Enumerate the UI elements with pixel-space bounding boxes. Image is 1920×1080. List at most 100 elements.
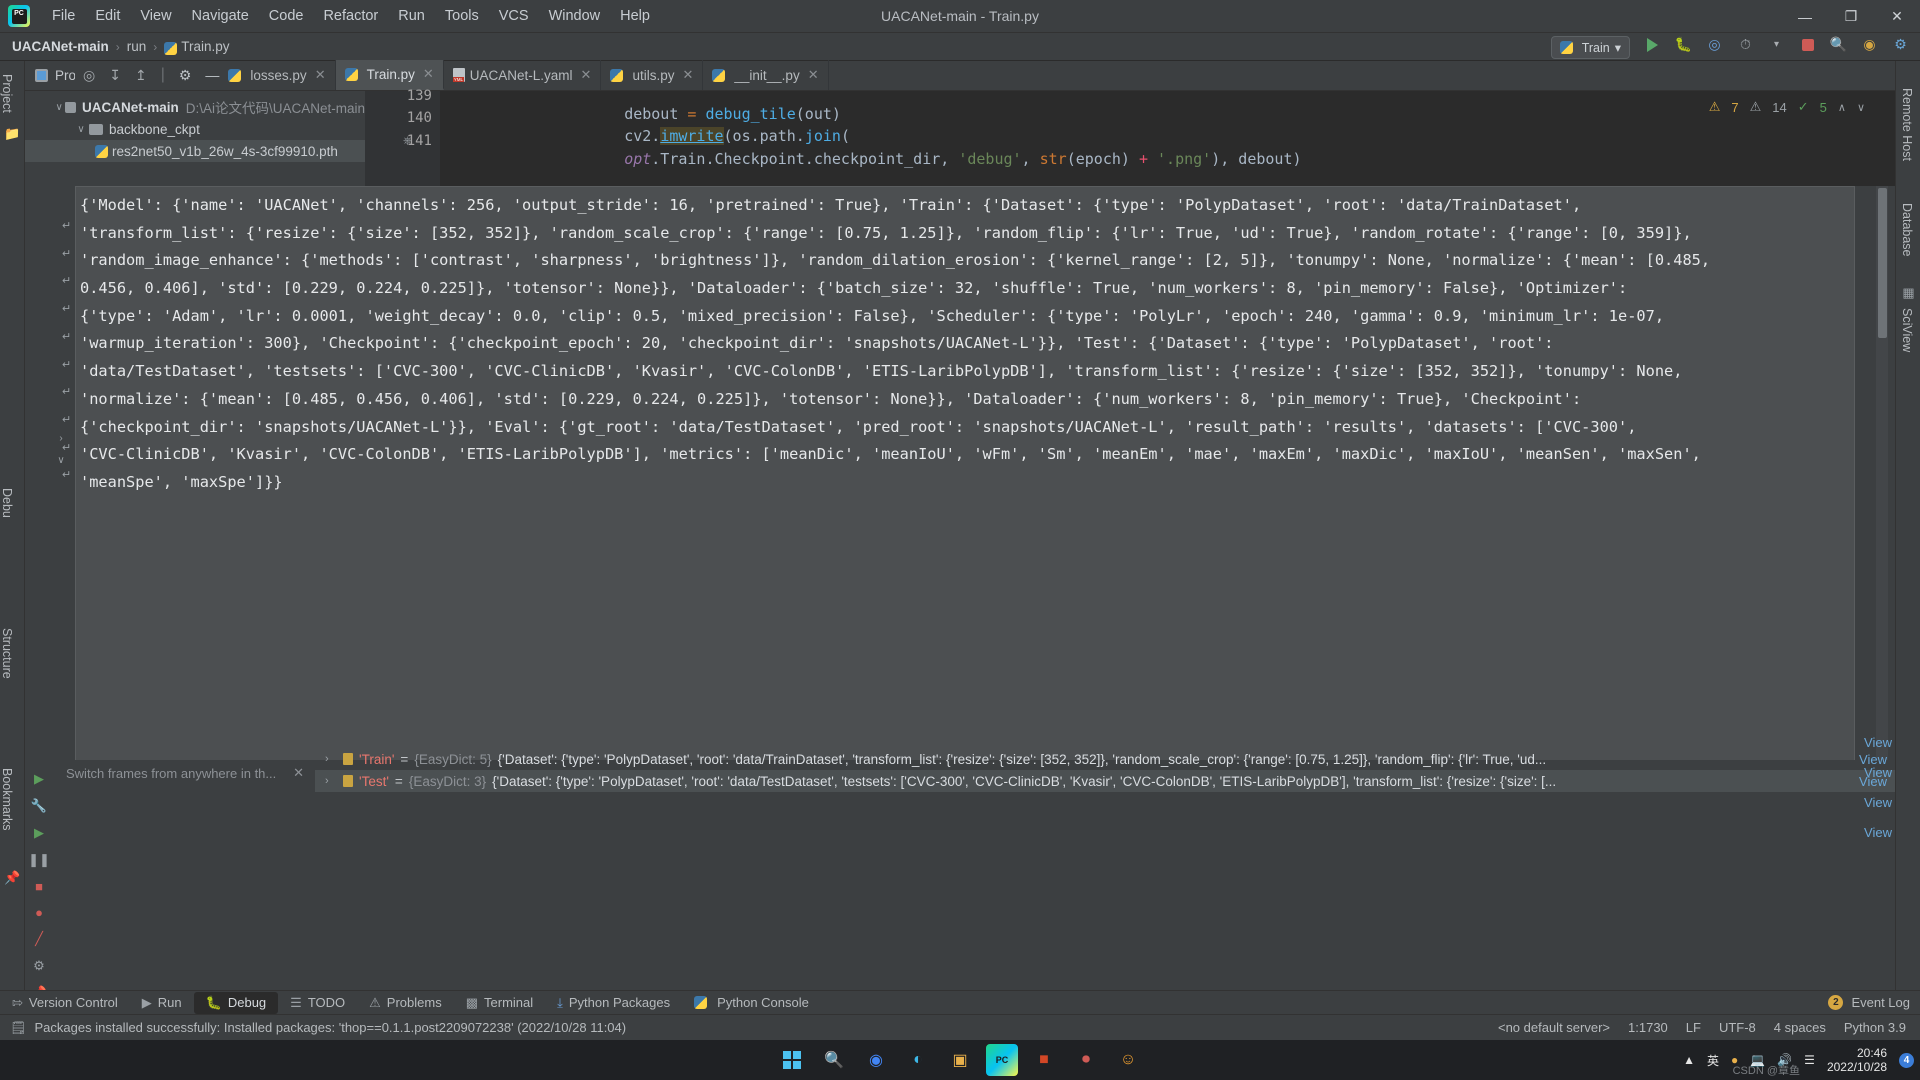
fold-marker-icon[interactable]: ⎈ — [403, 135, 412, 148]
menu-window[interactable]: Window — [539, 4, 611, 28]
target-icon[interactable]: ◎ — [83, 67, 95, 84]
status-default-server[interactable]: <no default server> — [1498, 1020, 1610, 1035]
sidebar-item-sciview[interactable]: SciView — [1900, 301, 1914, 359]
variable-row-train[interactable]: › 'Train' = {EasyDict: 5} {'Dataset': {'… — [315, 748, 1895, 770]
mute-breakpoints-icon[interactable]: ● — [25, 905, 53, 920]
stop-icon[interactable] — [1798, 35, 1817, 54]
menu-refactor[interactable]: Refactor — [313, 4, 388, 28]
view-link[interactable]: View — [1864, 765, 1892, 780]
wechat-icon[interactable]: ☺ — [1112, 1044, 1144, 1076]
tab-losses-py[interactable]: losses.py ✕ — [219, 60, 336, 90]
gear-icon[interactable]: ⚙ — [25, 958, 53, 974]
ime-icon[interactable]: 英 — [1707, 1052, 1719, 1069]
menu-edit[interactable]: Edit — [85, 4, 130, 28]
pause-icon[interactable]: ❚❚ — [25, 852, 53, 868]
menu-run[interactable]: Run — [388, 4, 435, 28]
windows-start-icon[interactable] — [776, 1044, 808, 1076]
search-icon[interactable]: 🔍 — [818, 1044, 850, 1076]
run-configuration-selector[interactable]: Train ▾ — [1550, 36, 1630, 59]
close-icon[interactable]: ✕ — [293, 765, 304, 781]
tree-node-backbone-ckpt[interactable]: ∨ backbone_ckpt — [25, 118, 365, 140]
close-icon[interactable]: ✕ — [808, 67, 819, 83]
tool-window-run[interactable]: ▶ Run — [130, 992, 194, 1014]
menu-vcs[interactable]: VCS — [489, 4, 539, 28]
menu-navigate[interactable]: Navigate — [182, 4, 259, 28]
close-icon[interactable]: ✕ — [581, 67, 592, 83]
recorder-icon[interactable]: ⏺ — [1070, 1044, 1102, 1076]
pycharm-icon[interactable]: PC — [986, 1044, 1018, 1076]
view-link[interactable]: View — [1864, 795, 1892, 810]
variable-row-test[interactable]: › 'Test' = {EasyDict: 3} {'Dataset': {'t… — [315, 770, 1895, 792]
close-icon[interactable]: ✕ — [423, 66, 434, 82]
menu-code[interactable]: Code — [259, 4, 314, 28]
snip-icon[interactable]: ▣ — [944, 1044, 976, 1076]
breakpoints-icon[interactable]: ╱ — [25, 931, 53, 947]
status-encoding[interactable]: UTF-8 — [1719, 1020, 1756, 1035]
menu-file[interactable]: File — [42, 4, 85, 28]
hide-icon[interactable]: — — [205, 67, 219, 83]
menu-view[interactable]: View — [130, 4, 181, 28]
sidebar-item-project[interactable]: Project — [0, 67, 14, 120]
search-icon[interactable]: 🔍 — [1829, 35, 1848, 54]
view-link[interactable]: View — [1864, 825, 1892, 840]
breadcrumb-project[interactable]: UACANet-main — [12, 39, 109, 54]
tab-init-py[interactable]: __init__.py ✕ — [703, 60, 829, 90]
notification-icon[interactable]: 🗒 — [10, 1020, 27, 1036]
bookmark-pin-icon[interactable]: 📌 — [0, 870, 25, 886]
collapse-icon[interactable]: ↥ — [135, 67, 147, 84]
updates-icon[interactable]: ◉ — [1860, 35, 1879, 54]
debug-icon[interactable]: 🐛 — [1674, 35, 1693, 54]
profile-icon[interactable]: ⏱ — [1736, 35, 1755, 54]
close-icon[interactable]: ✕ — [682, 67, 693, 83]
console-scrollbar-thumb[interactable] — [1877, 188, 1887, 338]
chevron-down-icon[interactable]: ∨ — [1857, 101, 1865, 114]
run-icon[interactable] — [1643, 35, 1662, 54]
status-interpreter[interactable]: Python 3.9 — [1844, 1020, 1906, 1035]
status-caret-position[interactable]: 1:1730 — [1628, 1020, 1668, 1035]
folder-icon[interactable]: 📁 — [0, 126, 25, 142]
tab-train-py[interactable]: Train.py ✕ — [335, 60, 444, 90]
step-icon[interactable]: ▶ — [25, 825, 53, 841]
code-editor[interactable]: 139 140 141 ⎈ debout = debug_tile(out) c… — [365, 88, 1920, 186]
event-log-area[interactable]: 2 Event Log — [1828, 995, 1920, 1010]
chevron-right-icon[interactable]: › — [325, 775, 337, 787]
coverage-icon[interactable]: ◎ — [1705, 35, 1724, 54]
breadcrumb-folder[interactable]: run — [127, 39, 147, 54]
sidebar-item-database[interactable]: Database — [1900, 196, 1914, 264]
chevron-up-icon[interactable]: ∧ — [1838, 101, 1846, 114]
editor-inspection-widget[interactable]: ⚠ 7 ⚠ 14 ✓ 5 ∧ ∨ — [1709, 99, 1865, 115]
sidebar-item-bookmarks[interactable]: Bookmarks — [0, 761, 14, 838]
close-icon[interactable]: ✕ — [315, 67, 326, 83]
tool-window-version-control[interactable]: ⇰ Version Control — [0, 992, 130, 1014]
ide-settings-icon[interactable]: ⚙ — [1891, 35, 1910, 54]
chevron-right-icon[interactable]: › — [325, 753, 337, 765]
chevron-down-icon-run[interactable]: ▾ — [1767, 35, 1786, 54]
expand-icon[interactable]: ↧ — [109, 67, 121, 84]
maximize-button[interactable]: ❐ — [1828, 0, 1874, 33]
settings-icon[interactable]: 🔧 — [25, 798, 53, 814]
status-indent[interactable]: 4 spaces — [1774, 1020, 1826, 1035]
grid-icon[interactable]: ▦ — [1896, 285, 1920, 301]
menu-tools[interactable]: Tools — [435, 4, 489, 28]
chevron-up-icon[interactable]: ▲ — [1683, 1053, 1695, 1067]
frames-placeholder[interactable]: Switch frames from anywhere in th... ✕ — [60, 762, 310, 784]
menu-help[interactable]: Help — [610, 4, 660, 28]
tool-window-debug[interactable]: 🐛 Debug — [193, 991, 279, 1014]
network-icon[interactable]: ☰ — [1804, 1053, 1815, 1067]
view-link[interactable]: View — [1864, 735, 1892, 750]
tab-uacanet-l-yaml[interactable]: UACANet-L.yaml ✕ — [444, 60, 602, 90]
chrome-icon[interactable]: ◉ — [860, 1044, 892, 1076]
sidebar-item-debug[interactable]: Debu — [0, 481, 14, 525]
stop-icon[interactable]: ■ — [25, 879, 53, 894]
gear-icon[interactable]: ⚙ — [179, 67, 192, 84]
resume-icon[interactable]: ▶ — [25, 771, 53, 787]
tool-window-python-packages[interactable]: ⤓ Python Packages — [545, 992, 682, 1014]
tool-window-problems[interactable]: ⚠ Problems — [357, 992, 454, 1014]
powerpoint-icon[interactable]: ■ — [1028, 1044, 1060, 1076]
minimize-button[interactable]: — — [1782, 0, 1828, 33]
taskbar-clock[interactable]: 20:46 2022/10/28 — [1827, 1046, 1887, 1074]
tool-window-terminal[interactable]: ▩ Terminal — [454, 992, 545, 1014]
tree-node-res2net-checkpoint[interactable]: res2net50_v1b_26w_4s-3cf99910.pth — [25, 140, 365, 162]
chevron-down-icon[interactable]: ∨ — [73, 124, 89, 135]
sidebar-item-remote-host[interactable]: Remote Host — [1900, 81, 1914, 168]
